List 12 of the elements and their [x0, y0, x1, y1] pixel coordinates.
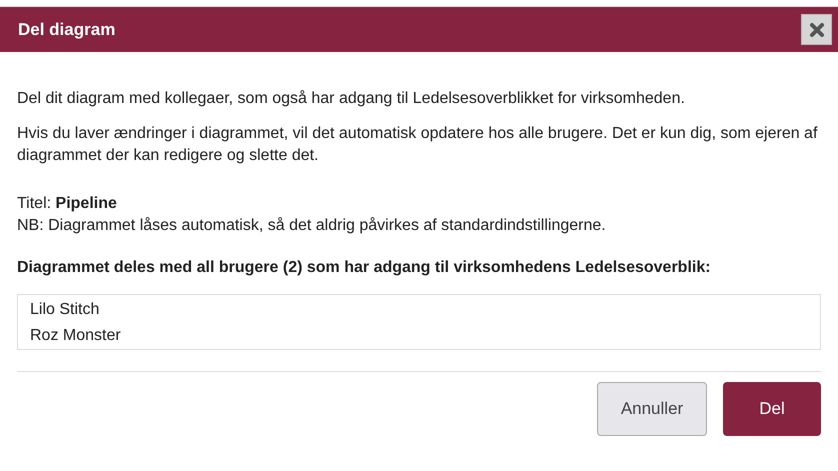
share-button[interactable]: Del	[723, 382, 821, 436]
detail-text: Titel: Pipeline	[17, 194, 118, 214]
dialog-title: Del diagram	[18, 20, 116, 40]
cancel-button[interactable]: Annuller	[597, 382, 707, 436]
close-icon	[808, 22, 824, 38]
close-button[interactable]	[801, 14, 832, 45]
detail-text: NB: Diagrammet låses automatisk, så det aldrig påvirkes af standardindstillingerne.	[17, 216, 607, 236]
paragraph: Hvis du laver ændringer i diagrammet, vil det automatisk opdatere hos alle brugere. Det er kun dig, som ejeren af diagrammet der kan redigere og slette det.	[17, 124, 818, 166]
user-name: Lilo Stitch	[30, 300, 100, 320]
list-heading: Diagrammet deles med all brugere (2) som har adgang til virksomhedens Ledelsesoverblik:	[17, 258, 712, 278]
paragraph: Del dit diagram med kollegaer, som også har adgang til Ledelsesoverblikket for virksomheden.	[17, 89, 686, 109]
user-name: Roz Monster	[30, 326, 122, 346]
